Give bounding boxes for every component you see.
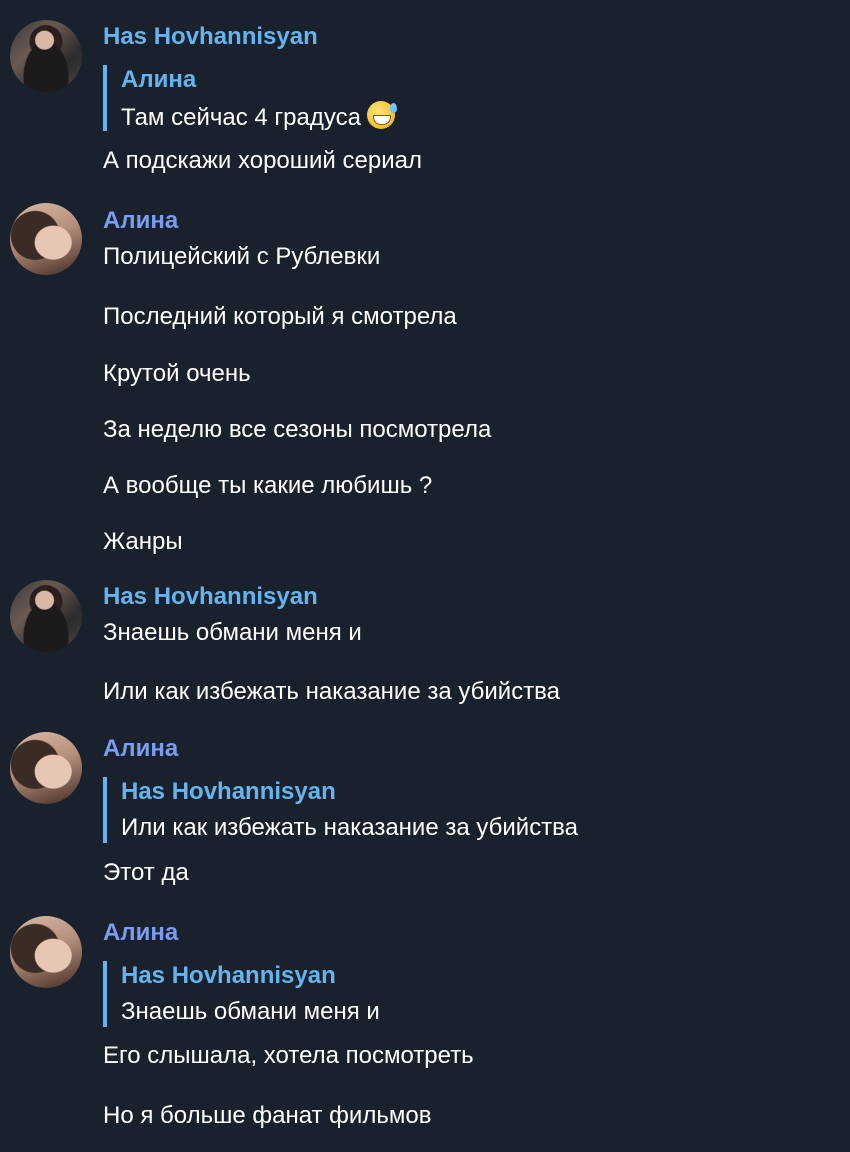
message-text[interactable]: Жанры bbox=[103, 527, 183, 557]
reply-quote[interactable]: Has Hovhannisyan Знаешь обмани меня и bbox=[103, 961, 380, 1027]
avatar[interactable] bbox=[10, 580, 82, 652]
reply-author: Алина bbox=[121, 66, 197, 93]
sender-name[interactable]: Алина bbox=[103, 734, 178, 764]
avatar[interactable] bbox=[10, 732, 82, 804]
message-text[interactable]: А подскажи хороший сериал bbox=[103, 146, 422, 176]
reply-quote[interactable]: Has Hovhannisyan Или как избежать наказа… bbox=[103, 777, 578, 843]
message-text[interactable]: За неделю все сезоны посмотрела bbox=[103, 415, 491, 445]
message-text[interactable]: Но я больше фанат фильмов bbox=[103, 1101, 431, 1131]
message-text[interactable]: Крутой очень bbox=[103, 359, 251, 389]
message-text[interactable]: А вообще ты какие любишь ? bbox=[103, 471, 432, 501]
sender-name[interactable]: Алина bbox=[103, 206, 178, 236]
message-text[interactable]: Или как избежать наказание за убийства bbox=[103, 677, 560, 707]
sender-name[interactable]: Алина bbox=[103, 918, 178, 948]
message-text[interactable]: Полицейский с Рублевки bbox=[103, 242, 380, 272]
message-text[interactable]: Последний который я смотрела bbox=[103, 302, 457, 332]
reply-text: Там сейчас 4 градуса bbox=[121, 101, 397, 133]
message-text[interactable]: Его слышала, хотела посмотреть bbox=[103, 1041, 474, 1071]
message-text[interactable]: Этот да bbox=[103, 858, 189, 888]
message-text[interactable]: Знаешь обмани меня и bbox=[103, 618, 362, 648]
reply-quote[interactable]: Алина Там сейчас 4 градуса bbox=[103, 65, 397, 133]
avatar[interactable] bbox=[10, 20, 82, 92]
avatar[interactable] bbox=[10, 916, 82, 988]
sender-name[interactable]: Has Hovhannisyan bbox=[103, 22, 318, 52]
reply-author: Has Hovhannisyan bbox=[121, 962, 336, 989]
reply-author: Has Hovhannisyan bbox=[121, 778, 336, 805]
sweat-smile-emoji-icon bbox=[366, 101, 397, 129]
sender-name[interactable]: Has Hovhannisyan bbox=[103, 582, 318, 612]
reply-text: Знаешь обмани меня и bbox=[121, 998, 380, 1025]
avatar[interactable] bbox=[10, 203, 82, 275]
reply-text: Или как избежать наказание за убийства bbox=[121, 814, 579, 841]
